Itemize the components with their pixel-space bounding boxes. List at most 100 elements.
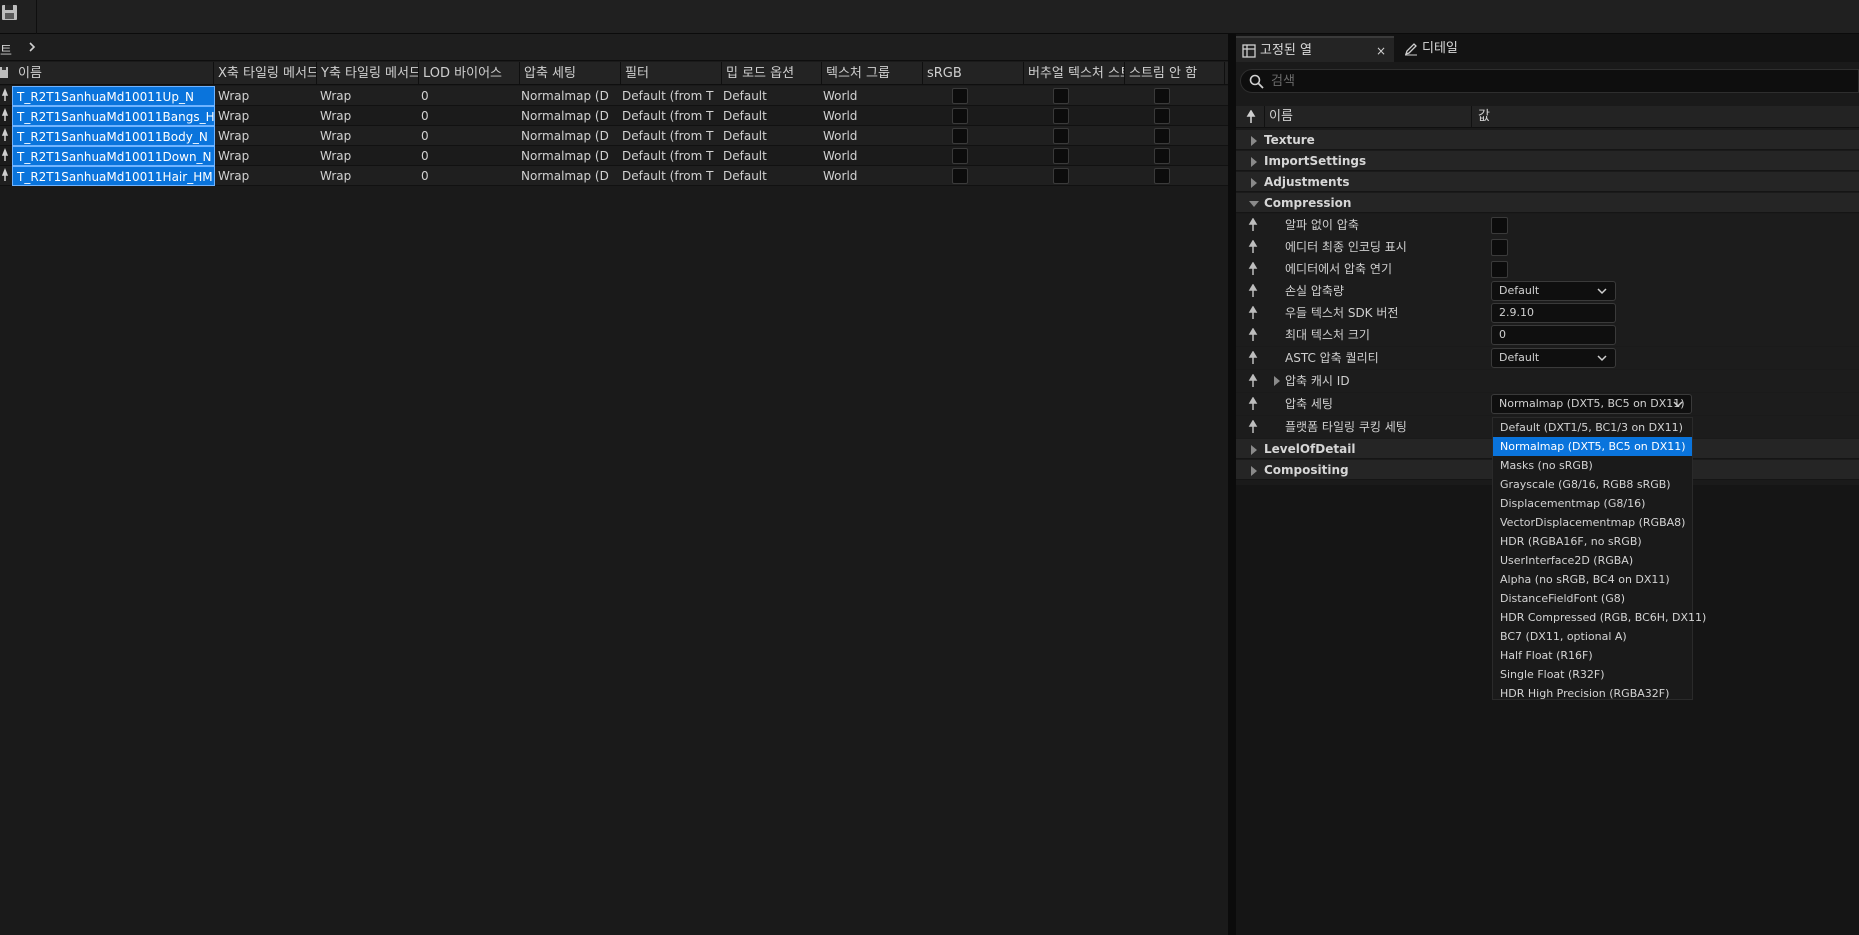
dropdown-option[interactable]: HDR (RGBA16F, no sRGB) (1493, 532, 1692, 551)
compress-no-alpha-checkbox[interactable] (1491, 217, 1508, 234)
panel-splitter[interactable] (1228, 34, 1236, 935)
dropdown-option[interactable]: BC7 (DX11, optional A) (1493, 627, 1692, 646)
breadcrumb-item[interactable]: 트 (0, 40, 12, 59)
astc-quality-combo[interactable]: Default (1491, 348, 1616, 368)
column-header-compression[interactable]: 압축 세팅 (520, 62, 621, 85)
pin-icon[interactable] (0, 166, 10, 186)
tab-details[interactable]: 디테일 (1398, 36, 1518, 62)
search-input[interactable] (1271, 72, 1831, 90)
y-tiling-cell[interactable]: Wrap (317, 106, 417, 126)
column-header-x-tiling[interactable]: X축 타일링 메서드 (214, 62, 317, 85)
dropdown-option[interactable]: Masks (no sRGB) (1493, 456, 1692, 475)
lod-bias-cell[interactable]: 0 (418, 86, 518, 106)
asset-name-cell[interactable]: T_R2T1SanhuaMd10011Body_N (12, 126, 215, 146)
save-icon[interactable] (1, 4, 18, 21)
chevron-right-icon[interactable] (26, 41, 38, 53)
srgb-checkbox[interactable] (952, 88, 968, 104)
asset-name-cell[interactable]: T_R2T1SanhuaMd10011Up_N (12, 86, 215, 106)
pin-icon[interactable] (0, 146, 10, 166)
x-tiling-cell[interactable]: Wrap (215, 106, 315, 126)
pin-icon[interactable] (1247, 328, 1259, 342)
compression-cell[interactable]: Normalmap (D (518, 106, 618, 126)
texture-group-cell[interactable]: World (820, 166, 920, 186)
never-stream-checkbox[interactable] (1154, 108, 1170, 124)
filter-cell[interactable]: Default (from T (619, 166, 719, 186)
dropdown-option[interactable]: Half Float (R16F) (1493, 646, 1692, 665)
table-row[interactable]: T_R2T1SanhuaMd10011Hair_HM Wrap Wrap 0 N… (0, 166, 1228, 186)
never-stream-checkbox[interactable] (1154, 168, 1170, 184)
virtual-texture-checkbox[interactable] (1053, 108, 1069, 124)
pin-icon[interactable] (0, 106, 10, 126)
y-tiling-cell[interactable]: Wrap (317, 146, 417, 166)
close-icon[interactable]: × (1376, 38, 1386, 64)
compression-settings-combo[interactable]: Normalmap (DXT5, BC5 on DX11) (1491, 394, 1692, 414)
defer-compression-checkbox[interactable] (1491, 261, 1508, 278)
search-box[interactable] (1240, 69, 1859, 93)
column-header-name[interactable]: 이름 (14, 62, 214, 85)
lod-bias-cell[interactable]: 0 (418, 166, 518, 186)
table-row[interactable]: T_R2T1SanhuaMd10011Up_N Wrap Wrap 0 Norm… (0, 86, 1228, 106)
srgb-checkbox[interactable] (952, 168, 968, 184)
lod-bias-cell[interactable]: 0 (418, 146, 518, 166)
oodle-sdk-version-field[interactable]: 2.9.10 (1491, 303, 1616, 323)
pin-icon[interactable] (1247, 262, 1259, 276)
never-stream-checkbox[interactable] (1154, 88, 1170, 104)
column-header-mip-load[interactable]: 밉 로드 옵션 (722, 62, 822, 85)
texture-group-cell[interactable]: World (820, 86, 920, 106)
compression-cell[interactable]: Normalmap (D (518, 146, 618, 166)
pin-icon[interactable] (1247, 374, 1259, 388)
pin-icon[interactable] (1247, 240, 1259, 254)
x-tiling-cell[interactable]: Wrap (215, 166, 315, 186)
category-texture[interactable]: Texture (1236, 130, 1859, 150)
dropdown-option[interactable]: Alpha (no sRGB, BC4 on DX11) (1493, 570, 1692, 589)
virtual-texture-checkbox[interactable] (1053, 128, 1069, 144)
y-tiling-cell[interactable]: Wrap (317, 166, 417, 186)
y-tiling-cell[interactable]: Wrap (317, 126, 417, 146)
pin-icon[interactable] (1247, 306, 1259, 320)
category-compression[interactable]: Compression (1236, 193, 1859, 213)
texture-group-cell[interactable]: World (820, 126, 920, 146)
column-header-filter[interactable]: 필터 (621, 62, 722, 85)
x-tiling-cell[interactable]: Wrap (215, 126, 315, 146)
compression-cell[interactable]: Normalmap (D (518, 86, 618, 106)
compression-cell[interactable]: Normalmap (D (518, 126, 618, 146)
texture-group-cell[interactable]: World (820, 106, 920, 126)
never-stream-checkbox[interactable] (1154, 148, 1170, 164)
table-row[interactable]: T_R2T1SanhuaMd10011Down_N Wrap Wrap 0 No… (0, 146, 1228, 166)
mip-load-cell[interactable]: Default (720, 146, 820, 166)
show-final-encode-checkbox[interactable] (1491, 239, 1508, 256)
category-adjustments[interactable]: Adjustments (1236, 172, 1859, 192)
column-header-lod-bias[interactable]: LOD 바이어스 (419, 62, 520, 85)
mip-load-cell[interactable]: Default (720, 166, 820, 186)
lossy-compression-combo[interactable]: Default (1491, 281, 1616, 301)
asset-name-cell[interactable]: T_R2T1SanhuaMd10011Bangs_HM (12, 106, 215, 126)
dropdown-option[interactable]: DistanceFieldFont (G8) (1493, 589, 1692, 608)
asset-name-cell[interactable]: T_R2T1SanhuaMd10011Down_N (12, 146, 215, 166)
pin-icon[interactable] (1247, 420, 1259, 434)
column-header-virtual-texture[interactable]: 버추얼 텍스처 스트 (1024, 62, 1125, 85)
dropdown-option[interactable]: Single Float (R32F) (1493, 665, 1692, 684)
mip-load-cell[interactable]: Default (720, 86, 820, 106)
virtual-texture-checkbox[interactable] (1053, 148, 1069, 164)
srgb-checkbox[interactable] (952, 128, 968, 144)
column-header-texture-group[interactable]: 텍스처 그룹 (822, 62, 923, 85)
mip-load-cell[interactable]: Default (720, 106, 820, 126)
filter-cell[interactable]: Default (from T (619, 86, 719, 106)
virtual-texture-checkbox[interactable] (1053, 88, 1069, 104)
expand-arrow-icon[interactable] (1274, 376, 1280, 386)
dropdown-option[interactable]: VectorDisplacementmap (RGBA8) (1493, 513, 1692, 532)
dropdown-option-selected[interactable]: Normalmap (DXT5, BC5 on DX11) (1493, 437, 1692, 456)
max-texture-size-field[interactable]: 0 (1491, 325, 1616, 345)
table-row[interactable]: T_R2T1SanhuaMd10011Body_N Wrap Wrap 0 No… (0, 126, 1228, 146)
column-header-y-tiling[interactable]: Y축 타일링 메서드 (317, 62, 419, 85)
pin-icon[interactable] (1247, 397, 1259, 411)
pin-icon[interactable] (0, 86, 10, 106)
srgb-checkbox[interactable] (952, 148, 968, 164)
dropdown-option[interactable]: Default (DXT1/5, BC1/3 on DX11) (1493, 418, 1692, 437)
never-stream-checkbox[interactable] (1154, 128, 1170, 144)
lod-bias-cell[interactable]: 0 (418, 126, 518, 146)
dropdown-option[interactable]: Grayscale (G8/16, RGB8 sRGB) (1493, 475, 1692, 494)
x-tiling-cell[interactable]: Wrap (215, 146, 315, 166)
compression-cell[interactable]: Normalmap (D (518, 166, 618, 186)
mip-load-cell[interactable]: Default (720, 126, 820, 146)
